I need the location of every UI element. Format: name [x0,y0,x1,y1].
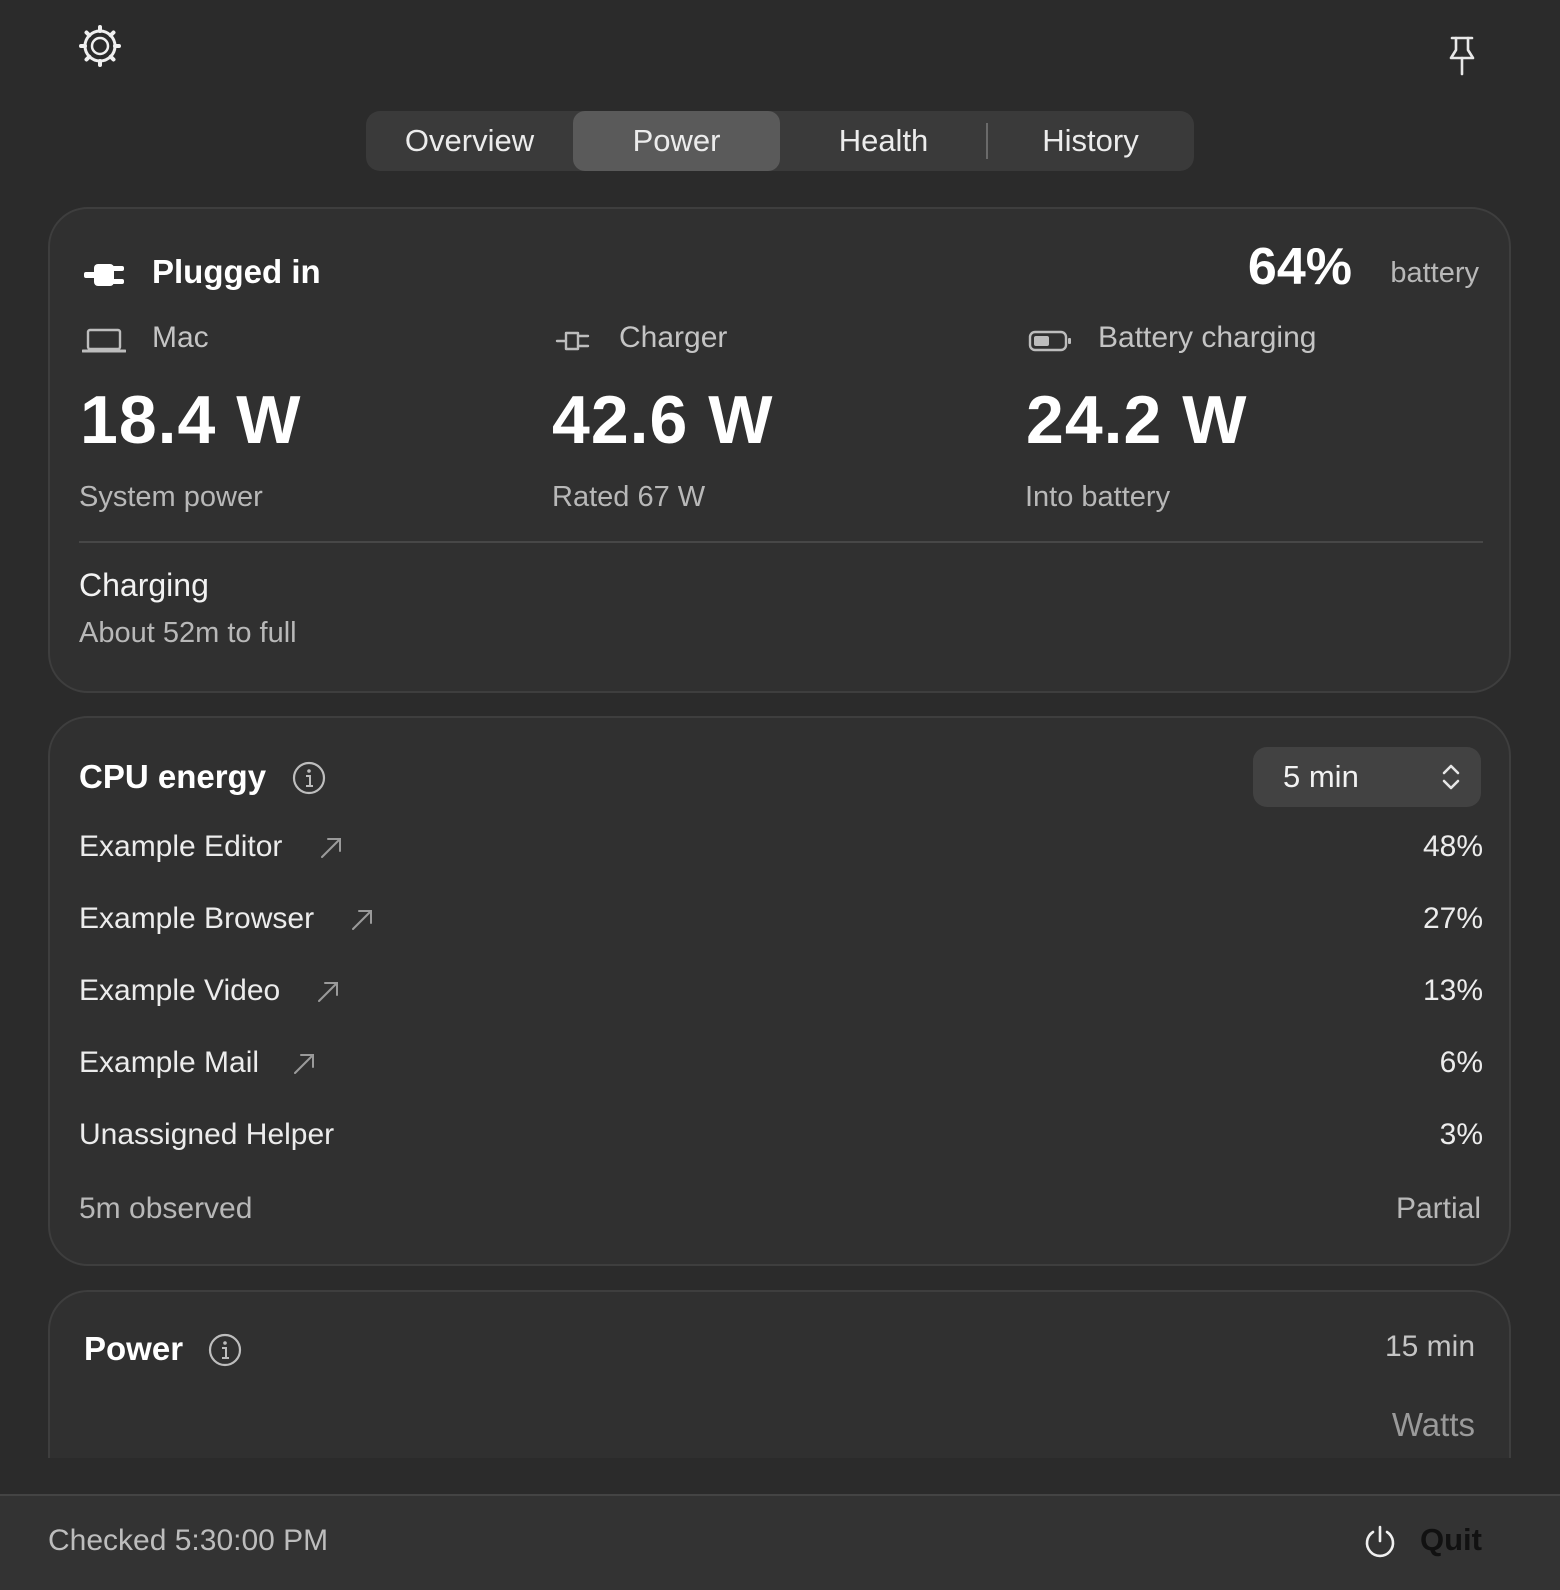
mac-power-value: 18.4 W [80,382,302,458]
power-chart-title: Power [84,1330,184,1367]
battery-percent: 64% [1247,238,1352,296]
power-status-card: Plugged in 64% battery Mac 18.4 W System… [48,207,1511,693]
range-select-value: 5 min [1283,759,1359,794]
process-row[interactable]: Example Editor 48% [79,830,1483,870]
plug-icon [82,259,128,291]
tab-overview[interactable]: Overview [366,111,573,171]
chevron-up-down-icon [1439,761,1463,793]
process-name: Example Browser [79,902,315,935]
battery-charging-label: Battery charging [1098,321,1317,354]
mac-label: Mac [152,321,209,354]
open-arrow-icon[interactable] [316,980,340,1004]
process-cpu-percent: 48% [1422,830,1483,863]
range-select[interactable]: 5 min [1253,747,1481,807]
process-cpu-percent: 27% [1422,902,1483,935]
power-source-title: Plugged in [152,253,321,290]
gear-icon[interactable] [78,24,122,68]
open-arrow-icon[interactable] [319,836,343,860]
process-cpu-percent: 3% [1439,1118,1483,1151]
tab-health[interactable]: Health [780,111,987,171]
process-name: Example Mail [79,1046,260,1079]
observed-duration: 5m observed [79,1192,253,1225]
pin-icon[interactable] [1444,34,1480,78]
battery-icon [1028,327,1072,355]
info-icon[interactable] [208,1333,242,1367]
process-row[interactable]: Example Video 13% [79,974,1483,1014]
tab-bar: Overview Power Health History [366,111,1194,171]
battery-label: battery [1390,257,1479,289]
charger-power-value: 42.6 W [552,382,774,458]
info-icon[interactable] [292,761,326,795]
charging-status: Charging [79,567,209,603]
footer-bar: Checked 5:30:00 PM Quit [0,1494,1560,1590]
process-name: Example Video [79,974,281,1007]
last-checked-time: Checked 5:30:00 PM [48,1524,329,1557]
battery-power-caption: Into battery [1025,481,1171,513]
scroll-fade [0,1458,1560,1494]
laptop-icon [82,327,126,355]
section-divider [79,541,1483,543]
chart-time-range: 15 min [1384,1330,1475,1363]
process-name: Example Editor [79,830,283,863]
charger-label: Charger [619,321,728,354]
process-cpu-percent: 13% [1422,974,1483,1007]
chart-unit-label: Watts [1391,1406,1475,1443]
time-to-full: About 52m to full [79,617,297,649]
charger-rating-caption: Rated 67 W [552,481,706,513]
tab-power[interactable]: Power [573,111,780,171]
mac-power-caption: System power [79,481,263,513]
process-cpu-percent: 6% [1439,1046,1483,1079]
cpu-energy-card: CPU energy 5 min Example Editor 48% Exam… [48,716,1511,1266]
process-row: Unassigned Helper 3% [79,1118,1483,1158]
open-arrow-icon[interactable] [292,1052,316,1076]
process-name: Unassigned Helper [79,1118,335,1151]
open-arrow-icon[interactable] [350,908,374,932]
process-row[interactable]: Example Mail 6% [79,1046,1483,1086]
cpu-energy-title: CPU energy [79,758,267,795]
power-icon[interactable] [1362,1524,1398,1560]
tab-divider [986,123,988,159]
tab-history[interactable]: History [987,111,1194,171]
process-row[interactable]: Example Browser 27% [79,902,1483,942]
charger-plug-icon [554,327,598,355]
coverage-status: Partial [1395,1192,1481,1225]
quit-button[interactable]: Quit [1420,1522,1482,1558]
battery-power-value: 24.2 W [1026,382,1248,458]
